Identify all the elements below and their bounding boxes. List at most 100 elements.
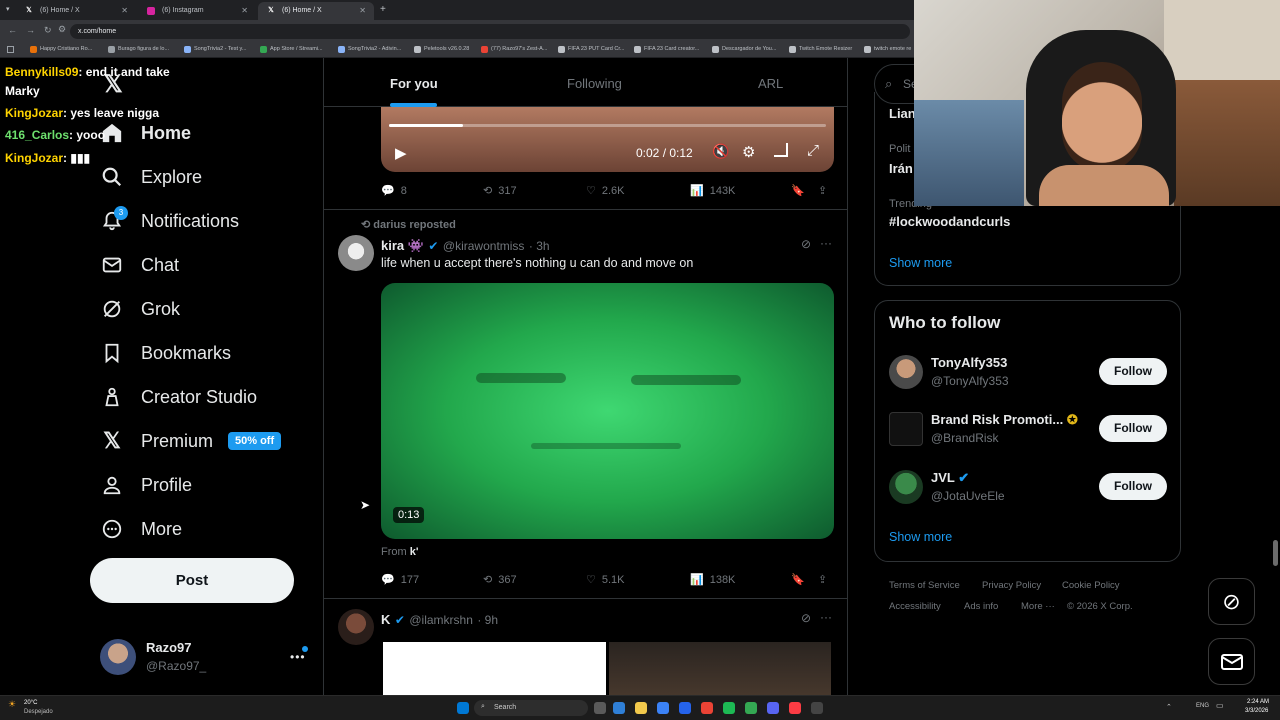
chrome-icon[interactable]: [701, 702, 713, 714]
grok-icon[interactable]: ⊘: [801, 611, 811, 625]
account-menu-icon[interactable]: •••: [290, 650, 306, 664]
sidebar-item-more[interactable]: More: [100, 516, 182, 542]
file-explorer-icon[interactable]: [635, 702, 647, 714]
like-button[interactable]: ♡ 5.1K: [586, 573, 625, 587]
spotify-icon[interactable]: [723, 702, 735, 714]
trend-name[interactable]: #lockwoodandcurls: [889, 214, 1010, 229]
share-button[interactable]: ⇪: [818, 573, 827, 586]
play-icon[interactable]: ▶: [395, 144, 407, 162]
grok-icon[interactable]: ⊘: [801, 237, 811, 251]
network-icon[interactable]: ▭: [1216, 701, 1224, 710]
post-button[interactable]: Post: [90, 558, 294, 603]
repost-label[interactable]: darius reposted: [373, 219, 456, 231]
footer-link[interactable]: Terms of Service: [889, 580, 960, 591]
forward-icon[interactable]: →: [26, 25, 35, 35]
follow-button[interactable]: Follow: [1099, 473, 1167, 500]
follow-button[interactable]: Follow: [1099, 358, 1167, 385]
mute-icon[interactable]: 🔇: [712, 143, 729, 160]
tray-chevron-icon[interactable]: ⌃: [1166, 703, 1172, 711]
bookmark[interactable]: Burago figura de lo...: [108, 46, 169, 53]
trend-name[interactable]: Irán: [889, 161, 913, 176]
bookmark[interactable]: Twitch Emote Resizer: [789, 46, 852, 53]
like-button[interactable]: ♡ 2.6K: [586, 184, 625, 198]
sidebar-item-notifications[interactable]: 3 Notifications: [100, 206, 239, 234]
back-icon[interactable]: ←: [8, 25, 17, 35]
tab-search-icon[interactable]: ▾: [6, 5, 10, 13]
bookmark[interactable]: SongTrivia2 - Adivin...: [338, 46, 401, 53]
close-tab-icon[interactable]: ✕: [241, 6, 248, 15]
grok-float-button[interactable]: ⊘: [1208, 578, 1255, 625]
taskbar-search[interactable]: ⌕ Search: [474, 700, 588, 716]
sidebar-item-creator-studio[interactable]: Creator Studio: [100, 384, 257, 410]
chrome-profile-icon[interactable]: [745, 702, 757, 714]
store-icon[interactable]: [657, 702, 669, 714]
discord-icon[interactable]: [767, 702, 779, 714]
settings-icon[interactable]: ⚙: [742, 143, 755, 161]
browser-tab[interactable]: 𝕏 (6) Home / X ✕: [16, 2, 136, 20]
author-handle[interactable]: @ilamkrshn: [409, 613, 473, 627]
footer-link[interactable]: Cookie Policy: [1062, 580, 1120, 591]
bookmark[interactable]: (77) Razo97's Zest-A...: [481, 46, 547, 53]
avatar[interactable]: [338, 235, 374, 271]
new-tab-icon[interactable]: +: [380, 4, 386, 15]
video-player[interactable]: 0:13: [381, 283, 834, 539]
reload-icon[interactable]: ↻: [44, 25, 52, 36]
tab-following[interactable]: Following: [567, 76, 622, 91]
author-name[interactable]: kira 👾: [381, 238, 424, 253]
language-indicator[interactable]: ENG: [1196, 703, 1209, 709]
footer-link[interactable]: More ···: [1021, 601, 1055, 612]
bookmark[interactable]: FIFA 23 Card creator...: [634, 46, 699, 53]
clock-time[interactable]: 2:24 AM: [1247, 699, 1269, 705]
apps-icon[interactable]: [7, 46, 14, 53]
bookmark[interactable]: FIFA 23 PUT Card Cr...: [558, 46, 624, 53]
views-button[interactable]: 📊 138K: [690, 573, 735, 587]
author-handle[interactable]: @kirawontmiss: [443, 239, 525, 253]
sidebar-item-grok[interactable]: Grok: [100, 296, 180, 322]
edge-icon[interactable]: [613, 702, 625, 714]
sidebar-item-explore[interactable]: Explore: [100, 164, 202, 190]
avatar[interactable]: [889, 470, 923, 504]
sidebar-item-home[interactable]: Home: [100, 120, 191, 146]
show-more-link[interactable]: Show more: [889, 256, 952, 270]
bookmark[interactable]: Peletools v26.0.28: [414, 46, 469, 53]
weather-temp[interactable]: 20°C: [24, 700, 37, 706]
show-more-link[interactable]: Show more: [889, 530, 952, 544]
site-info-icon[interactable]: ⚙: [58, 24, 66, 35]
repost-button[interactable]: ⟲ 317: [483, 184, 517, 198]
start-icon[interactable]: [457, 702, 469, 714]
bookmark[interactable]: twitch emote re: [864, 46, 911, 53]
close-tab-icon[interactable]: ✕: [121, 6, 128, 15]
source-name[interactable]: k': [410, 546, 419, 558]
more-icon[interactable]: ···: [820, 236, 832, 250]
fullscreen-icon[interactable]: ⤢: [807, 142, 819, 159]
brand-avatar[interactable]: [889, 412, 923, 446]
more-icon[interactable]: ···: [820, 610, 832, 624]
share-button[interactable]: ⇪: [818, 184, 827, 197]
suggested-user-name[interactable]: TonyAlfy353: [931, 355, 1007, 370]
obs-icon[interactable]: [811, 702, 823, 714]
suggested-user-name[interactable]: Brand Risk Promoti...: [931, 412, 1063, 427]
clock-date[interactable]: 3/3/2026: [1245, 708, 1268, 714]
views-button[interactable]: 📊 143K: [690, 184, 735, 198]
follow-button[interactable]: Follow: [1099, 415, 1167, 442]
trend-name[interactable]: Lian: [889, 106, 916, 121]
video-player[interactable]: ▶ 0:02 / 0:12 🔇 ⚙ ⤢: [381, 106, 834, 172]
post-age[interactable]: · 3h: [529, 239, 550, 253]
bookmark[interactable]: App Store / Streami...: [260, 46, 323, 53]
footer-link[interactable]: Privacy Policy: [982, 580, 1041, 591]
pip-icon[interactable]: [774, 143, 788, 157]
bookmark[interactable]: Happy Cristiano Ro...: [30, 46, 92, 53]
footer-link[interactable]: Accessibility: [889, 601, 941, 612]
reply-button[interactable]: 💬 8: [381, 184, 407, 198]
bookmark-button[interactable]: 🔖: [791, 184, 805, 197]
browser-tab-active[interactable]: 𝕏 (6) Home / X ✕: [258, 2, 374, 20]
scrollbar-thumb[interactable]: [1273, 540, 1278, 566]
sidebar-item-profile[interactable]: Profile: [100, 472, 192, 498]
suggested-user-name[interactable]: JVL: [931, 470, 955, 485]
avatar[interactable]: [338, 609, 374, 645]
browser-tab[interactable]: (6) Instagram ✕: [138, 2, 256, 20]
url-input[interactable]: x.com/home: [70, 24, 910, 39]
reply-button[interactable]: 💬 177: [381, 573, 419, 587]
mail-app-icon[interactable]: [679, 702, 691, 714]
close-tab-icon[interactable]: ✕: [359, 6, 366, 15]
